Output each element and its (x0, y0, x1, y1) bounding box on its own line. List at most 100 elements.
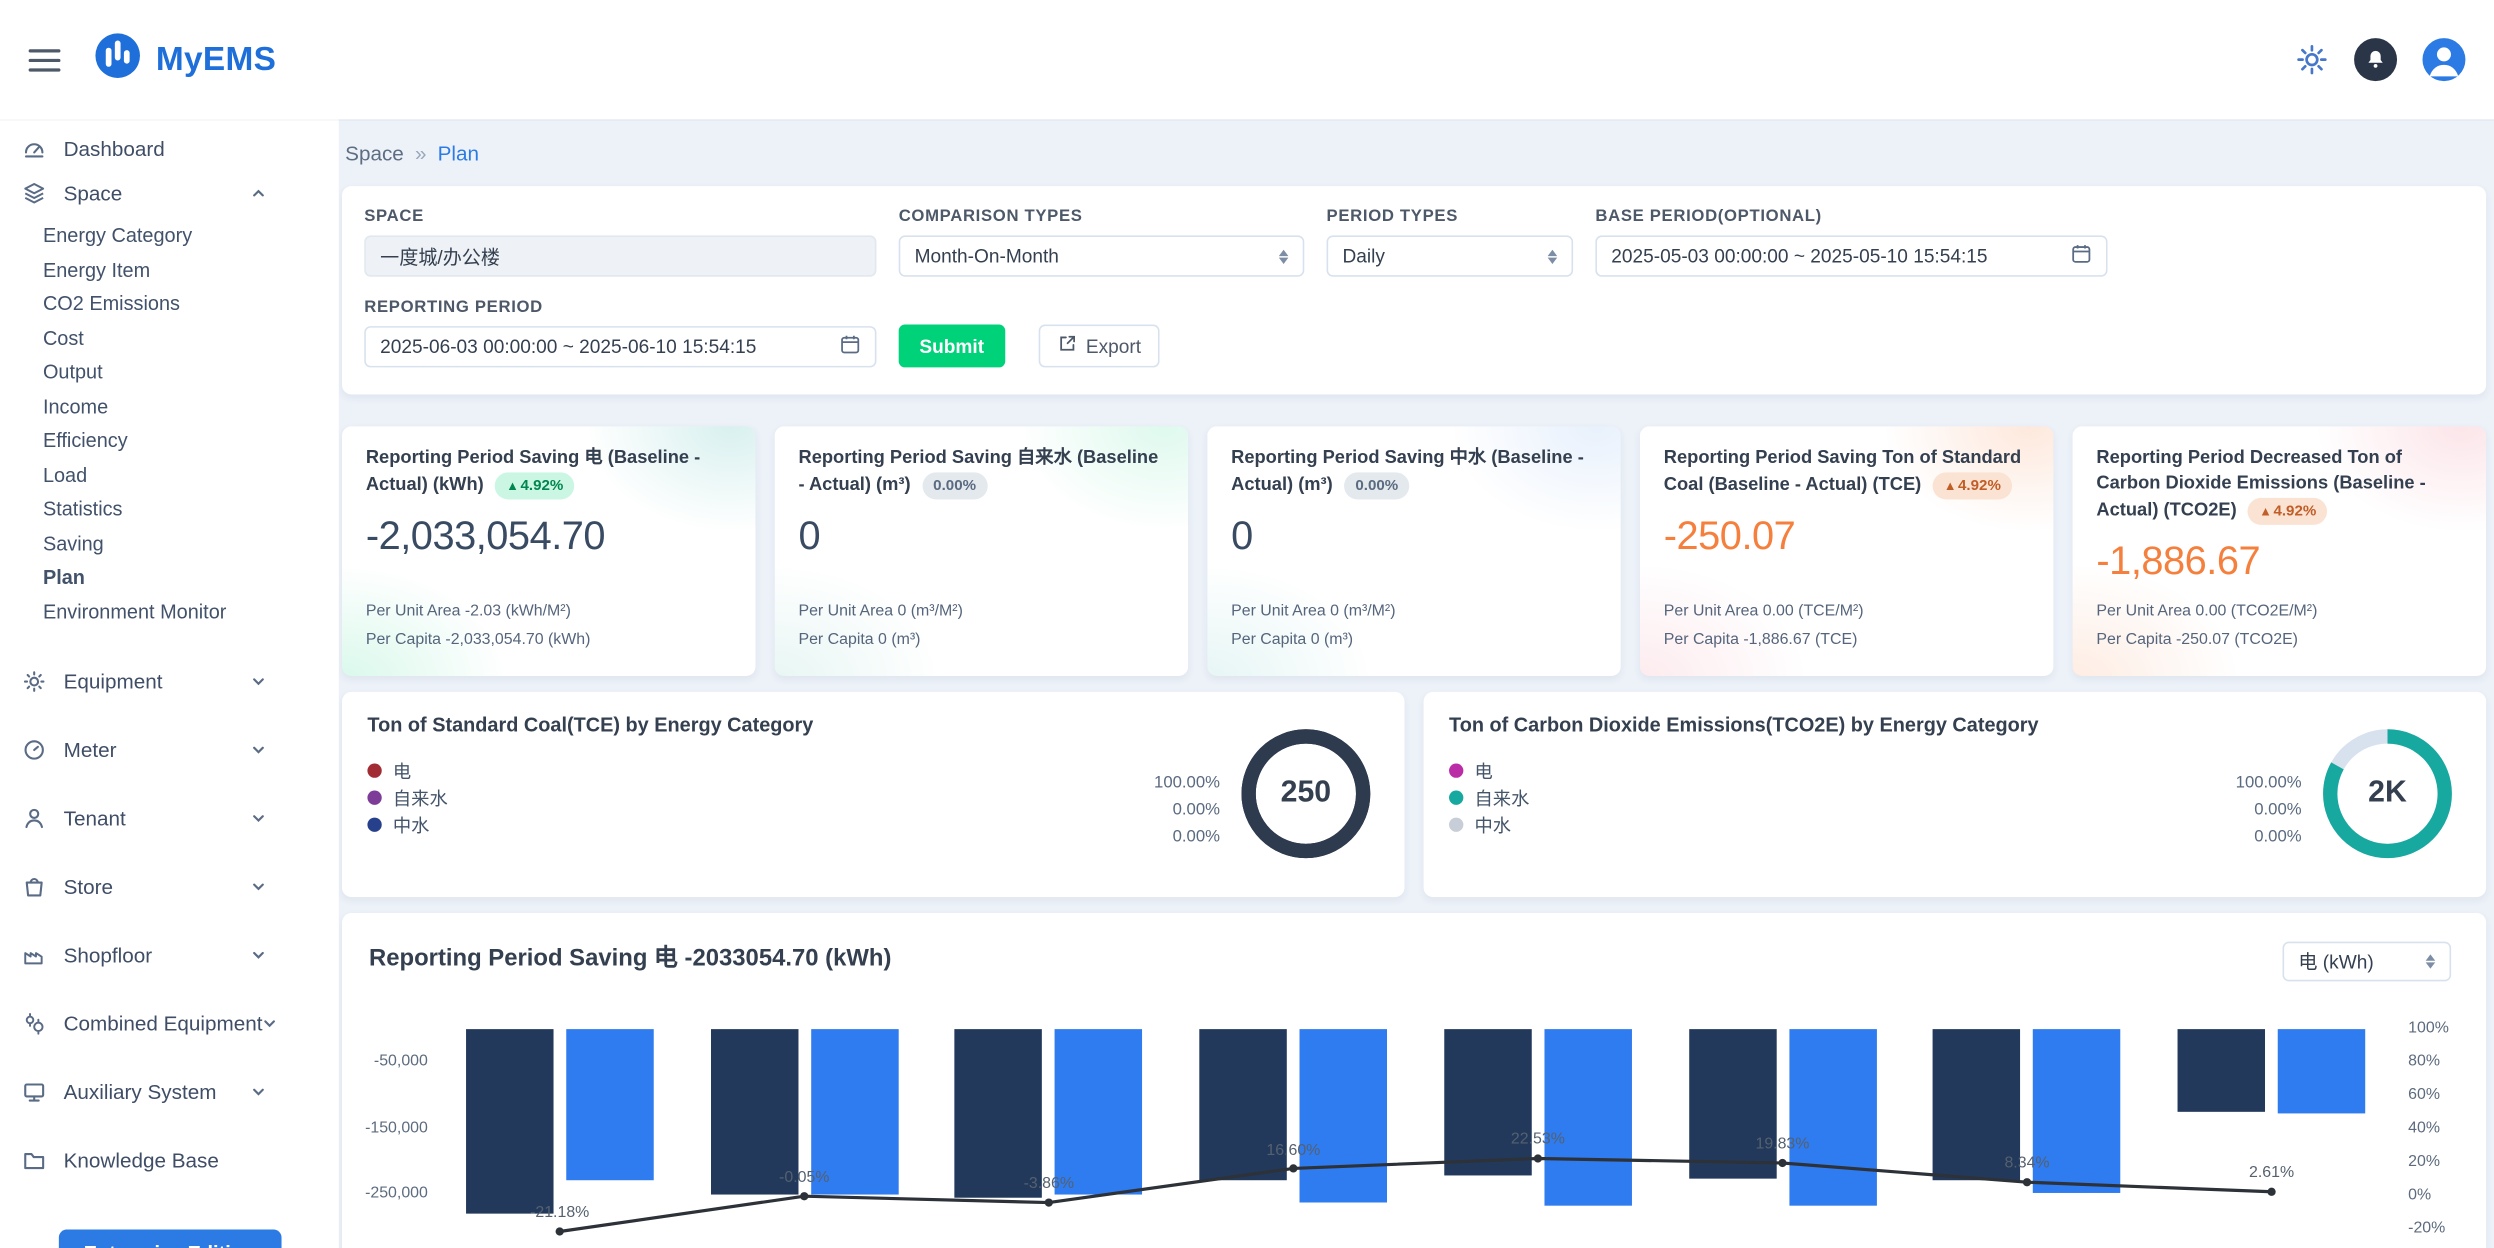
sidebar-item-shopfloor[interactable]: Shopfloor (0, 921, 339, 989)
saving-rate-label: 22.53% (1474, 1131, 1601, 1148)
select-caret-icon (1279, 249, 1289, 263)
sidebar-item-income[interactable]: Income (0, 390, 339, 424)
brand-logo[interactable]: MyEMS (94, 32, 276, 88)
menu-toggle-icon[interactable] (29, 49, 61, 71)
stat-card-tce-saving: Reporting Period Saving Ton of Standard … (1640, 426, 2054, 676)
stat-card-water-saving: Reporting Period Saving 自来水 (Baseline - … (775, 426, 1189, 676)
status-badge: ▲4.92% (495, 472, 574, 499)
sidebar-item-label: Equipment (64, 670, 163, 694)
stat-card-reclaimed-water-saving: Reporting Period Saving 中水 (Baseline - A… (1207, 426, 1621, 676)
sidebar-item-energy-category[interactable]: Energy Category (0, 220, 339, 254)
reporting-period-field[interactable] (364, 326, 876, 367)
calendar-icon[interactable] (840, 334, 861, 359)
notifications-bell-icon[interactable] (2354, 38, 2397, 81)
stat-value: -1,886.67 (2096, 539, 2462, 585)
sidebar-item-output[interactable]: Output (0, 356, 339, 390)
sidebar-item-tenant[interactable]: Tenant (0, 784, 339, 852)
reporting-period-label: REPORTING PERIOD (364, 297, 876, 316)
stat-value: 0 (798, 514, 1164, 560)
sidebar-item-combined-equipment[interactable]: Combined Equipment (0, 989, 339, 1057)
saving-rate-label: 8.34% (1963, 1155, 2090, 1172)
status-badge: ▲4.92% (2248, 497, 2327, 524)
sidebar-item-label: Dashboard (64, 136, 165, 160)
sidebar-item-store[interactable]: Store (0, 853, 339, 921)
sidebar-item-load[interactable]: Load (0, 459, 339, 493)
per-unit-area: Per Unit Area 0 (m³/M²) (1231, 598, 1597, 627)
space-label: SPACE (364, 207, 876, 226)
base-period-input[interactable] (1611, 245, 2058, 267)
donut-card-title: Ton of Carbon Dioxide Emissions(TCO2E) b… (1449, 714, 2461, 736)
bar-baseline-dark-navy (2178, 1029, 2265, 1112)
sidebar-item-label: Space (64, 181, 123, 205)
status-badge: 0.00% (922, 472, 987, 499)
sidebar-item-statistics[interactable]: Statistics (0, 493, 339, 527)
knowledge-base-folder-icon (19, 1148, 49, 1172)
sidebar-item-energy-item[interactable]: Energy Item (0, 254, 339, 288)
user-avatar-icon[interactable] (2422, 38, 2465, 81)
stat-value: -2,033,054.70 (366, 514, 732, 560)
chevron-down-icon (251, 674, 265, 688)
tce-by-category-card: Ton of Standard Coal(TCE) by Energy Cate… (342, 692, 1405, 897)
breadcrumb: Space » Plan (345, 142, 2486, 166)
sidebar-item-label: Auxiliary System (64, 1080, 217, 1104)
brand-name: MyEMS (156, 41, 276, 79)
y-axis-tick: -50,000 (355, 1053, 428, 1070)
sidebar-item-saving[interactable]: Saving (0, 527, 339, 561)
status-badge: ▲4.92% (1933, 472, 2012, 499)
sidebar-item-environment-monitor[interactable]: Environment Monitor (0, 596, 339, 630)
sidebar-item-efficiency[interactable]: Efficiency (0, 425, 339, 459)
settings-gear-icon[interactable] (2295, 43, 2328, 76)
base-period-field[interactable] (1595, 235, 2107, 276)
chevron-down-icon (251, 948, 265, 962)
calendar-icon[interactable] (2071, 243, 2092, 268)
space-input[interactable] (380, 245, 860, 267)
period-types-select[interactable]: Daily (1327, 235, 1574, 276)
sidebar-item-label: Combined Equipment (64, 1012, 263, 1036)
sidebar-item-label: Tenant (64, 806, 126, 830)
stat-value: 0 (1231, 514, 1597, 560)
sidebar-item-cost[interactable]: Cost (0, 322, 339, 356)
arrow-up-icon: ▲ (1944, 479, 1957, 493)
sidebar-item-equipment[interactable]: Equipment (0, 647, 339, 715)
reporting-period-input[interactable] (380, 336, 827, 358)
breadcrumb-space-link[interactable]: Space (345, 142, 404, 166)
bar-actual-blue (1544, 1029, 1631, 1206)
sidebar-item-co2-emissions[interactable]: CO2 Emissions (0, 288, 339, 322)
per-unit-area: Per Unit Area -2.03 (kWh/M²) (366, 598, 732, 627)
space-field[interactable] (364, 235, 876, 276)
sidebar-item-knowledge-base[interactable]: Knowledge Base (0, 1126, 339, 1194)
auxiliary-system-monitor-icon (19, 1080, 49, 1104)
donut-center-value: 250 (1239, 727, 1373, 861)
y-axis-tick: -250,000 (355, 1185, 428, 1202)
chevron-down-icon (251, 811, 265, 825)
sidebar-item-label: Knowledge Base (64, 1148, 219, 1172)
sidebar-item-meter[interactable]: Meter (0, 716, 339, 784)
percent-axis-tick: 0% (2408, 1187, 2431, 1204)
legend-item: 自来水 (1449, 784, 2461, 811)
saving-rate-label: -0.05% (741, 1169, 868, 1186)
sidebar-item-auxiliary-system[interactable]: Auxiliary System (0, 1058, 339, 1126)
percent-axis-tick: -20% (2408, 1220, 2445, 1237)
breadcrumb-plan-current[interactable]: Plan (438, 142, 479, 166)
comparison-types-select[interactable]: Month-On-Month (899, 235, 1305, 276)
saving-rate-line (342, 913, 2486, 1248)
sidebar-item-label: Store (64, 875, 113, 899)
legend-item: 电 (1449, 757, 2461, 784)
sidebar-item-dashboard[interactable]: Dashboard (0, 126, 339, 171)
breadcrumb-separator: » (415, 142, 427, 166)
sidebar-item-space[interactable]: Space (0, 170, 339, 215)
legend-dot-icon (1449, 791, 1463, 805)
legend-dot-icon (367, 818, 381, 832)
enterprise-edition-button[interactable]: Enterprise Edition (58, 1230, 281, 1248)
percent-axis-tick: 40% (2408, 1120, 2440, 1137)
arrow-up-icon: ▲ (2259, 504, 2272, 518)
chevron-down-icon (251, 880, 265, 894)
saving-rate-label: 2.61% (2208, 1165, 2335, 1182)
stat-card-tco2e-decrease: Reporting Period Decreased Ton of Carbon… (2073, 426, 2487, 676)
submit-button[interactable]: Submit (899, 324, 1005, 367)
export-button[interactable]: Export (1038, 324, 1160, 367)
legend-item: 中水 (1449, 811, 2461, 838)
percent-axis-tick: 100% (2408, 1020, 2449, 1037)
tce-donut-chart: 250 (1239, 727, 1373, 861)
sidebar-item-plan[interactable]: Plan (0, 561, 339, 595)
